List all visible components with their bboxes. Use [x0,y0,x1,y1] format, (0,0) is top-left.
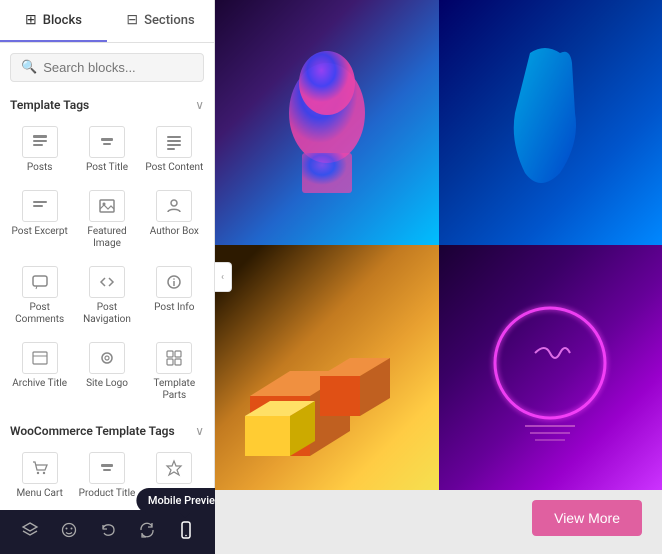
woocommerce-title: WooCommerce Template Tags [10,424,175,438]
block-post-content-icon [156,126,192,158]
refresh-icon[interactable] [132,515,162,549]
image-4 [439,245,662,490]
block-archive-title-label: Archive Title [12,378,67,390]
blocks-tab-icon: ⊞ [25,12,37,28]
block-site-logo-icon [89,342,125,374]
block-archive-title-icon [22,342,58,374]
block-sale-image[interactable]: Sale Image [141,444,208,508]
block-post-content[interactable]: Post Content [141,118,208,182]
block-post-excerpt-label: Post Excerpt [12,226,68,238]
block-template-parts-icon [156,342,192,374]
block-sale-image-label: Sale Image [150,488,199,500]
bottom-toolbar: Mobile Preview [0,510,215,554]
block-post-title-icon [89,126,125,158]
template-tags-chevron[interactable]: ∨ [195,98,204,112]
block-post-excerpt-icon [22,190,58,222]
block-post-navigation[interactable]: Post Navigation [73,258,140,334]
block-post-info[interactable]: Post Info [141,258,208,334]
image-3 [215,245,439,490]
block-post-navigation-icon [89,266,125,298]
block-posts[interactable]: Posts [6,118,73,182]
block-template-parts[interactable]: Template Parts [141,334,208,410]
block-product-title-icon [89,452,125,484]
collapse-arrow[interactable]: ‹ [215,262,232,292]
block-archive-title[interactable]: Archive Title [6,334,73,410]
block-post-navigation-label: Post Navigation [77,302,136,326]
block-site-logo-label: Site Logo [86,378,128,390]
block-template-parts-label: Template Parts [145,378,204,402]
image-grid [215,0,662,490]
woocommerce-grid: Menu Cart Product Title Sale Image Produ… [0,444,214,510]
block-post-info-icon [156,266,192,298]
block-product-title[interactable]: Product Title [73,444,140,508]
block-featured-image-icon [89,190,125,222]
mobile-preview-wrapper: Mobile Preview [171,515,201,549]
search-box: 🔍 [10,53,204,82]
undo-icon[interactable] [93,515,123,549]
template-tags-grid: Posts Post Title Post Content Post Excer… [0,118,214,410]
block-author-box[interactable]: Author Box [141,182,208,258]
block-post-excerpt[interactable]: Post Excerpt [6,182,73,258]
tab-blocks[interactable]: ⊞ Blocks [0,0,107,42]
block-post-info-label: Post Info [154,302,194,314]
woocommerce-header: WooCommerce Template Tags ∨ [0,418,214,444]
block-site-logo[interactable]: Site Logo [73,334,140,410]
woocommerce-chevron[interactable]: ∨ [195,424,204,438]
sidebar: ⊞ Blocks ⊟ Sections 🔍 Template Tags ∨ Po… [0,0,215,554]
block-menu-cart[interactable]: Menu Cart [6,444,73,508]
tab-bar: ⊞ Blocks ⊟ Sections [0,0,214,43]
tab-blocks-label: Blocks [43,13,82,28]
content-area: ‹ [215,0,662,554]
view-more-button[interactable]: View More [532,500,642,536]
block-sale-image-icon [156,452,192,484]
block-featured-image[interactable]: Featured Image [73,182,140,258]
block-menu-cart-label: Menu Cart [16,488,62,500]
image-2 [439,0,662,245]
block-menu-cart-icon [22,452,58,484]
block-posts-label: Posts [27,162,53,174]
block-post-content-label: Post Content [145,162,203,174]
tab-sections[interactable]: ⊟ Sections [107,0,214,42]
block-post-title-label: Post Title [86,162,128,174]
block-featured-image-label: Featured Image [77,226,136,250]
tab-sections-label: Sections [144,13,195,28]
sections-tab-icon: ⊟ [126,12,138,28]
image-1 [215,0,439,245]
search-area: 🔍 [0,43,214,92]
template-tags-title: Template Tags [10,98,89,112]
block-posts-icon [22,126,58,158]
block-author-box-label: Author Box [150,226,199,238]
template-tags-header: Template Tags ∨ [0,92,214,118]
block-product-title-label: Product Title [79,488,136,500]
block-post-title[interactable]: Post Title [73,118,140,182]
block-post-comments-label: Post Comments [10,302,69,326]
block-author-box-icon [156,190,192,222]
mobile-icon[interactable] [171,515,201,549]
search-input[interactable] [43,60,193,75]
sidebar-scroll: Template Tags ∨ Posts Post Title Post [0,92,214,510]
block-post-comments[interactable]: Post Comments [6,258,73,334]
layers-icon[interactable] [15,515,45,549]
search-icon: 🔍 [21,60,37,75]
emoji-icon[interactable] [54,515,84,549]
block-post-comments-icon [22,266,58,298]
